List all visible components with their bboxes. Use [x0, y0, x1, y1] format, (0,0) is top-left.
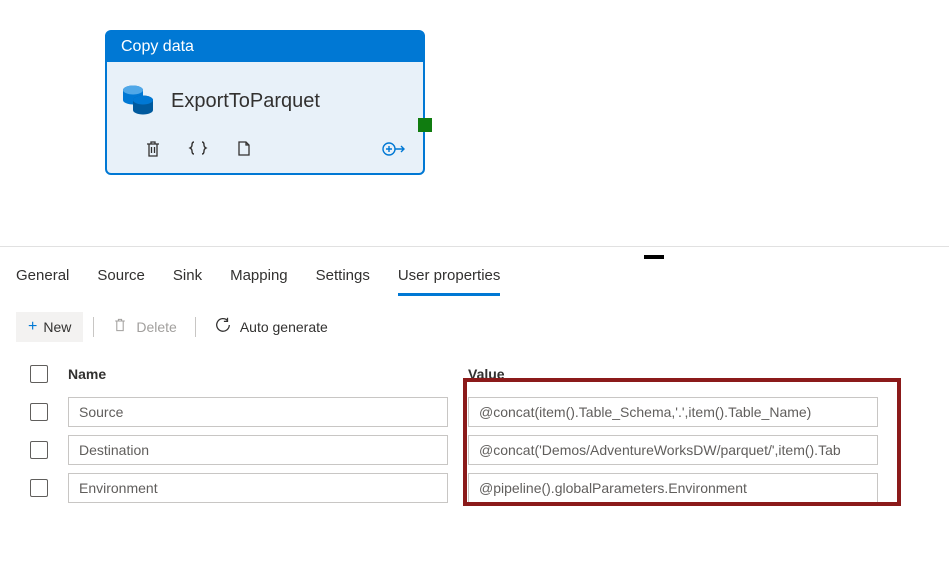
- tab-mapping[interactable]: Mapping: [230, 261, 288, 296]
- table-row: [30, 469, 933, 507]
- tab-settings[interactable]: Settings: [316, 261, 370, 296]
- value-input[interactable]: [468, 435, 878, 465]
- delete-button-label: Delete: [136, 319, 176, 335]
- table-row: [30, 393, 933, 431]
- user-properties-table: Name Value: [0, 351, 949, 507]
- row-checkbox[interactable]: [30, 403, 48, 421]
- new-button[interactable]: + New: [16, 312, 83, 342]
- output-connector[interactable]: [418, 118, 432, 132]
- col-header-value: Value: [468, 366, 933, 382]
- separator: [195, 317, 196, 337]
- refresh-icon: [214, 316, 232, 337]
- table-row: [30, 431, 933, 469]
- trash-icon: [112, 317, 128, 336]
- tab-user-properties[interactable]: User properties: [398, 261, 501, 296]
- row-checkbox[interactable]: [30, 441, 48, 459]
- value-input[interactable]: [468, 397, 878, 427]
- user-properties-toolbar: + New Delete Auto generate: [0, 296, 949, 351]
- database-icon: [121, 82, 155, 121]
- braces-icon[interactable]: [187, 139, 209, 159]
- properties-tabs: General Source Sink Mapping Settings Use…: [0, 261, 949, 296]
- copy-data-activity[interactable]: Copy data ExportToParquet: [105, 30, 425, 175]
- select-all-checkbox[interactable]: [30, 365, 48, 383]
- col-header-name: Name: [68, 366, 468, 382]
- plus-icon: +: [28, 318, 37, 336]
- activity-name: ExportToParquet: [171, 90, 320, 113]
- tab-sink[interactable]: Sink: [173, 261, 202, 296]
- name-input[interactable]: [68, 397, 448, 427]
- panel-drag-handle[interactable]: [644, 255, 664, 259]
- auto-generate-button[interactable]: Auto generate: [206, 310, 336, 343]
- tab-source[interactable]: Source: [97, 261, 145, 296]
- table-header: Name Value: [30, 357, 933, 393]
- pipeline-canvas[interactable]: Copy data ExportToParquet: [0, 0, 949, 230]
- value-input[interactable]: [468, 473, 878, 503]
- name-input[interactable]: [68, 473, 448, 503]
- copy-icon[interactable]: [233, 139, 253, 159]
- tab-general[interactable]: General: [16, 261, 69, 296]
- row-checkbox[interactable]: [30, 479, 48, 497]
- activity-header: Copy data: [107, 32, 423, 62]
- separator: [93, 317, 94, 337]
- auto-generate-label: Auto generate: [240, 319, 328, 335]
- name-input[interactable]: [68, 435, 448, 465]
- trash-icon[interactable]: [143, 139, 163, 159]
- delete-button: Delete: [104, 311, 184, 342]
- add-output-icon[interactable]: [381, 139, 407, 159]
- new-button-label: New: [43, 319, 71, 335]
